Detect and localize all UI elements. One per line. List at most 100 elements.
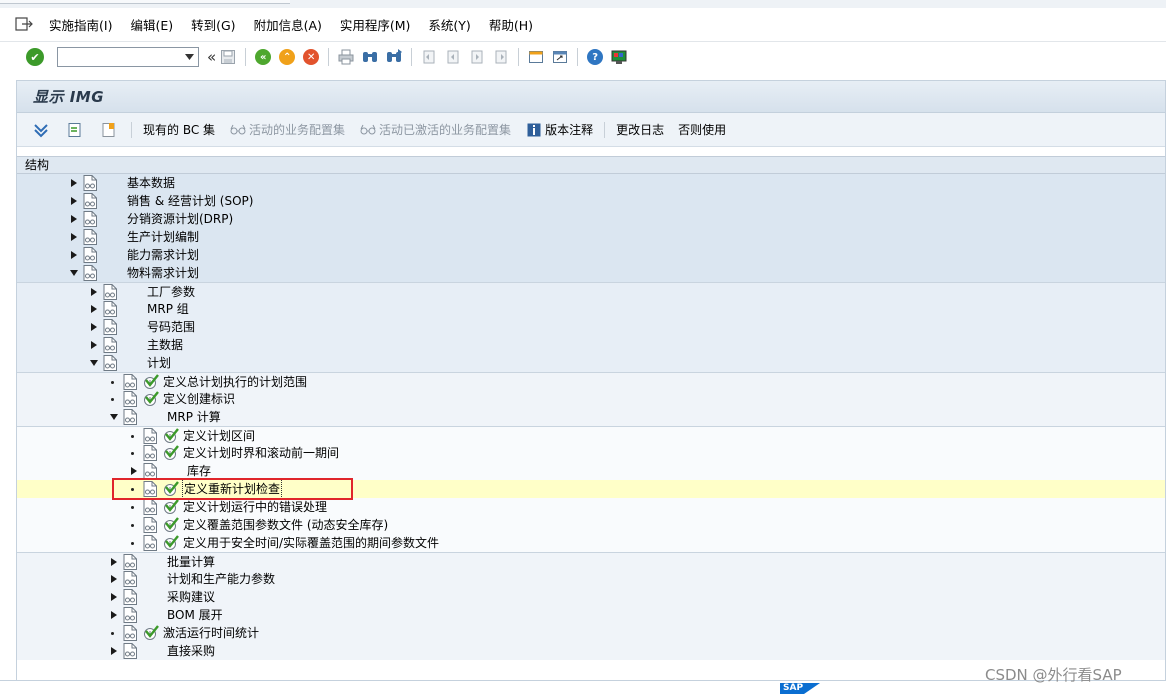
tree-node[interactable]: 分销资源计划(DRP) — [17, 210, 1166, 228]
documentation-icon[interactable] — [123, 554, 137, 570]
documentation-icon[interactable] — [143, 463, 157, 479]
execute-activity-icon[interactable] — [143, 625, 159, 641]
documentation-icon[interactable] — [123, 625, 137, 641]
tree-node-label[interactable]: 分销资源计划(DRP) — [127, 210, 233, 228]
documentation-icon[interactable] — [143, 428, 157, 444]
tree-node-label[interactable]: 定义计划运行中的错误处理 — [183, 498, 327, 516]
execute-activity-icon[interactable] — [143, 374, 159, 390]
tree-node-label[interactable]: 定义计划时界和滚动前一期间 — [183, 444, 339, 462]
tree-node-label[interactable]: 定义计划区间 — [183, 427, 255, 445]
documentation-icon[interactable] — [123, 607, 137, 623]
documentation-icon[interactable] — [123, 374, 137, 390]
tree-node[interactable]: 号码范围 — [17, 318, 1166, 336]
tree-node[interactable]: 库存 — [17, 462, 1166, 480]
tree-node-label[interactable]: 定义创建标识 — [163, 390, 235, 408]
tree-node-label[interactable]: 基本数据 — [127, 174, 175, 192]
change-log-button[interactable]: 更改日志 — [609, 121, 671, 138]
collapsed-node-icon[interactable] — [69, 174, 79, 192]
collapsed-node-icon[interactable] — [89, 336, 99, 354]
exit-menu-icon[interactable] — [14, 16, 36, 33]
execute-activity-icon[interactable] — [163, 517, 179, 533]
tree-node-label[interactable]: 物料需求计划 — [127, 264, 199, 282]
documentation-icon[interactable] — [103, 337, 117, 353]
collapsed-node-icon[interactable] — [109, 606, 119, 624]
tree-node[interactable]: 生产计划编制 — [17, 228, 1166, 246]
tree-node[interactable]: 定义总计划执行的计划范围 — [17, 372, 1166, 390]
documentation-icon[interactable] — [103, 301, 117, 317]
collapsed-node-icon[interactable] — [109, 570, 119, 588]
help-icon[interactable]: ? — [585, 47, 605, 67]
collapsed-node-icon[interactable] — [69, 210, 79, 228]
collapsed-node-icon[interactable] — [109, 642, 119, 660]
active-bc-sets-button[interactable]: 活动的业务配置集 — [222, 121, 352, 139]
tree-node[interactable]: 定义创建标识 — [17, 390, 1166, 408]
collapsed-node-icon[interactable] — [69, 228, 79, 246]
enter-check-icon[interactable]: ✔ — [26, 48, 44, 66]
execute-activity-icon[interactable] — [163, 428, 179, 444]
bookmark-button[interactable] — [93, 121, 127, 139]
tree-node-label[interactable]: 定义覆盖范围参数文件 (动态安全库存) — [183, 516, 388, 534]
expanded-node-icon[interactable] — [69, 264, 79, 282]
documentation-icon[interactable] — [143, 445, 157, 461]
documentation-icon[interactable] — [143, 499, 157, 515]
print-icon[interactable] — [336, 47, 356, 67]
documentation-icon[interactable] — [123, 643, 137, 659]
tree-node[interactable]: MRP 组 — [17, 300, 1166, 318]
tree-node[interactable]: 主数据 — [17, 336, 1166, 354]
menu-goto[interactable]: 转到(G) — [182, 15, 244, 34]
find-next-icon[interactable] — [384, 47, 404, 67]
tree-node[interactable]: 定义计划区间 — [17, 426, 1166, 444]
tree-node-label[interactable]: 计划 — [147, 354, 171, 372]
tree-node-label[interactable]: 批量计算 — [167, 553, 215, 571]
collapsed-node-icon[interactable] — [109, 588, 119, 606]
tree-node-label[interactable]: 定义重新计划检查 — [181, 479, 283, 499]
menu-utilities[interactable]: 实用程序(M) — [331, 15, 420, 34]
documentation-icon[interactable] — [83, 265, 97, 281]
collapse-chevron-icon[interactable]: « — [207, 48, 216, 66]
documentation-icon[interactable] — [83, 211, 97, 227]
tree-node[interactable]: 计划 — [17, 354, 1166, 372]
command-input[interactable] — [58, 48, 178, 66]
chevron-down-icon[interactable] — [182, 50, 196, 64]
save-icon[interactable] — [218, 47, 238, 67]
documentation-icon[interactable] — [123, 589, 137, 605]
tree-node[interactable]: 销售 & 经营计划 (SOP) — [17, 192, 1166, 210]
tree-node-label[interactable]: 生产计划编制 — [127, 228, 199, 246]
tree-node[interactable]: 基本数据 — [17, 174, 1166, 192]
documentation-icon[interactable] — [143, 517, 157, 533]
tree-node-label[interactable]: 计划和生产能力参数 — [167, 570, 275, 588]
documentation-icon[interactable] — [83, 229, 97, 245]
shortcut-icon[interactable] — [550, 47, 570, 67]
documentation-icon[interactable] — [143, 481, 157, 497]
activated-bc-sets-button[interactable]: 活动已激活的业务配置集 — [352, 121, 518, 139]
tree-node[interactable]: 激活运行时间统计 — [17, 624, 1166, 642]
tree-node-label[interactable]: 定义总计划执行的计划范围 — [163, 373, 307, 391]
tree-node-label[interactable]: 定义用于安全时间/实际覆盖范围的期间参数文件 — [183, 534, 439, 552]
tree-node[interactable]: 定义覆盖范围参数文件 (动态安全库存) — [17, 516, 1166, 534]
tree-node-label[interactable]: MRP 计算 — [167, 408, 221, 426]
documentation-icon[interactable] — [83, 175, 97, 191]
tree-node[interactable]: 定义计划时界和滚动前一期间 — [17, 444, 1166, 462]
expanded-node-icon[interactable] — [109, 408, 119, 426]
tree-node[interactable]: 定义计划运行中的错误处理 — [17, 498, 1166, 516]
new-session-icon[interactable] — [526, 47, 546, 67]
expand-all-button[interactable] — [25, 121, 59, 139]
tree-node-label[interactable]: 采购建议 — [167, 588, 215, 606]
tree-node[interactable]: 采购建议 — [17, 588, 1166, 606]
collapsed-node-icon[interactable] — [89, 318, 99, 336]
documentation-icon[interactable] — [83, 193, 97, 209]
documentation-icon[interactable] — [103, 284, 117, 300]
tree-node-label[interactable]: BOM 展开 — [167, 606, 223, 624]
execute-activity-icon[interactable] — [163, 535, 179, 551]
tree-node[interactable]: 工厂参数 — [17, 282, 1166, 300]
execute-activity-icon[interactable] — [143, 391, 159, 407]
back-icon[interactable]: « — [253, 47, 273, 67]
tree-node[interactable]: 计划和生产能力参数 — [17, 570, 1166, 588]
documentation-icon[interactable] — [143, 535, 157, 551]
collapsed-node-icon[interactable] — [69, 192, 79, 210]
next-page-icon[interactable] — [467, 47, 487, 67]
execute-activity-icon[interactable] — [163, 481, 179, 497]
tree-node-label[interactable]: 能力需求计划 — [127, 246, 199, 264]
menu-extras[interactable]: 附加信息(A) — [245, 15, 331, 34]
tree-node-label[interactable]: MRP 组 — [147, 300, 189, 318]
